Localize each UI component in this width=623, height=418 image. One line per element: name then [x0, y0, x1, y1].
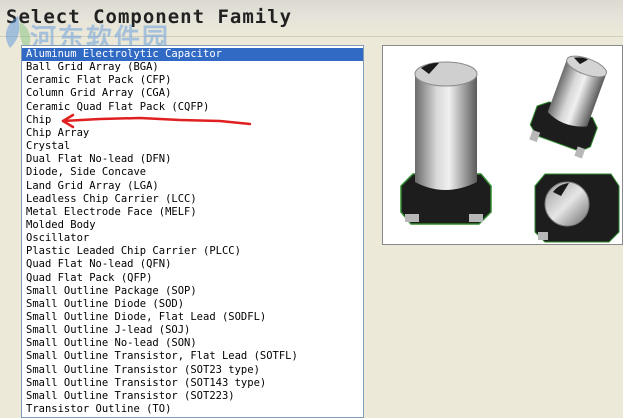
- list-item[interactable]: Crystal: [22, 140, 363, 153]
- list-item[interactable]: Molded Body: [22, 219, 363, 232]
- list-item[interactable]: Ceramic Flat Pack (CFP): [22, 74, 363, 87]
- list-item[interactable]: Ceramic Quad Flat Pack (CQFP): [22, 101, 363, 114]
- list-item[interactable]: Oscillator: [22, 232, 363, 245]
- list-item[interactable]: Quad Flat Pack (QFP): [22, 272, 363, 285]
- list-item[interactable]: Small Outline No-lead (SON): [22, 337, 363, 350]
- list-item[interactable]: Ball Grid Array (BGA): [22, 61, 363, 74]
- list-item[interactable]: Diode, Side Concave: [22, 166, 363, 179]
- list-item[interactable]: Chip: [22, 114, 363, 127]
- capacitor-preview-image: [400, 55, 620, 243]
- list-item[interactable]: Column Grid Array (CGA): [22, 87, 363, 100]
- list-item[interactable]: Transistor Outline (TO): [22, 403, 363, 416]
- list-item[interactable]: Plastic Leaded Chip Carrier (PLCC): [22, 245, 363, 258]
- list-item[interactable]: Aluminum Electrolytic Capacitor: [22, 48, 363, 61]
- list-item[interactable]: Small Outline Diode (SOD): [22, 298, 363, 311]
- list-item[interactable]: Small Outline Transistor, Flat Lead (SOT…: [22, 350, 363, 363]
- list-item[interactable]: Metal Electrode Face (MELF): [22, 206, 363, 219]
- list-item[interactable]: Chip Array: [22, 127, 363, 140]
- component-family-list[interactable]: Aluminum Electrolytic Capacitor Ball Grid…: [21, 45, 364, 418]
- list-item[interactable]: Small Outline Package (SOP): [22, 285, 363, 298]
- list-item[interactable]: Quad Flat No-lead (QFN): [22, 258, 363, 271]
- list-item[interactable]: Leadless Chip Carrier (LCC): [22, 193, 363, 206]
- list-item[interactable]: Small Outline Transistor (SOT143 type): [22, 377, 363, 390]
- component-preview-panel: [382, 45, 623, 245]
- large-capacitor-render: [400, 61, 492, 225]
- tilted-capacitor-render: [529, 55, 608, 159]
- list-item[interactable]: Small Outline Transistor (SOT223): [22, 390, 363, 403]
- dialog-title: Select Component Family: [6, 6, 293, 28]
- dialog-title-bar: Select Component Family: [0, 0, 623, 37]
- side-capacitor-render: [534, 173, 620, 243]
- list-item[interactable]: Small Outline Transistor (SOT23 type): [22, 364, 363, 377]
- list-item[interactable]: Land Grid Array (LGA): [22, 180, 363, 193]
- list-item[interactable]: Dual Flat No-lead (DFN): [22, 153, 363, 166]
- list-item[interactable]: Small Outline J-lead (SOJ): [22, 324, 363, 337]
- list-item[interactable]: Small Outline Diode, Flat Lead (SODFL): [22, 311, 363, 324]
